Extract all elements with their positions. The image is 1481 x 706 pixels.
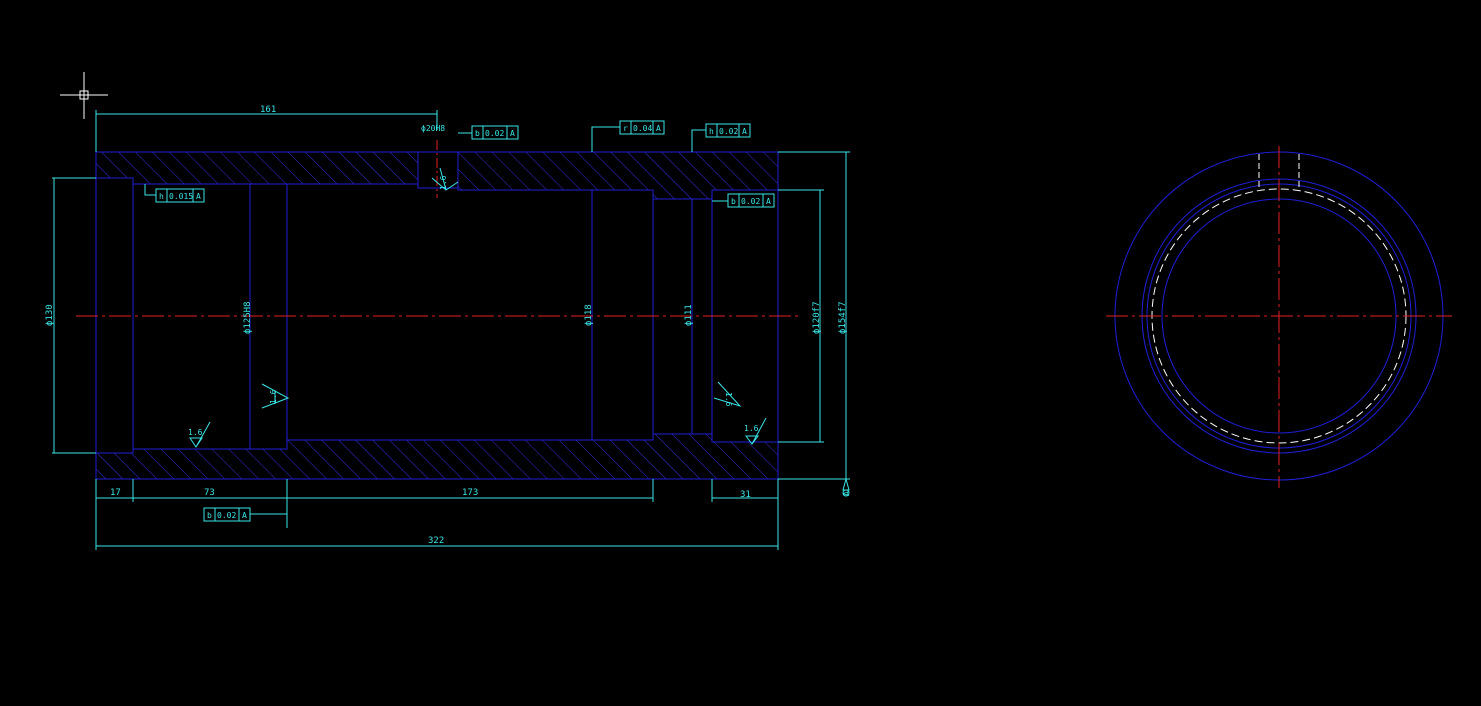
dim-173: 173 <box>462 488 478 498</box>
svg-text:A: A <box>510 129 515 138</box>
svg-text:A: A <box>242 511 247 520</box>
svg-text:r: r <box>623 124 628 133</box>
dim-31: 31 <box>740 490 751 500</box>
crosshair-cursor-icon <box>60 72 108 119</box>
finish-step: 1.6 <box>724 392 733 407</box>
dim-73: 73 <box>204 488 215 498</box>
svg-text:0.02: 0.02 <box>217 511 236 520</box>
finish-bore-left: 1.6 <box>188 428 203 437</box>
finish-hole: 1.6 <box>439 175 448 190</box>
dim-17: 17 <box>110 488 121 498</box>
finish-bore-mid: 1.6 <box>269 389 278 404</box>
svg-text:A: A <box>196 192 201 201</box>
cad-drawing-canvas: 161 ϕ20H8 ϕ130 ϕ125H8 ϕ118 ϕ111 ϕ120f7 ϕ… <box>45 72 1452 550</box>
finish-right-bore: 1.6 <box>744 424 759 433</box>
dim-118: ϕ118 <box>584 304 594 326</box>
svg-text:A: A <box>766 197 771 206</box>
dim-161: 161 <box>260 105 276 115</box>
dim-111: ϕ111 <box>684 304 694 326</box>
end-view <box>1106 146 1452 488</box>
dim-120: ϕ120f7 <box>812 301 822 334</box>
hatched-wall-bottom <box>95 433 779 480</box>
svg-text:b: b <box>475 129 480 138</box>
surface-finish-symbols <box>189 167 767 448</box>
svg-text:A: A <box>742 127 747 136</box>
svg-text:0.02: 0.02 <box>719 127 738 136</box>
dim-154: ϕ154f7 <box>838 301 848 334</box>
svg-text:b: b <box>207 511 212 520</box>
dim-322: 322 <box>428 536 444 546</box>
svg-text:0.015: 0.015 <box>169 192 193 201</box>
datum-a-label: A <box>842 491 851 496</box>
svg-text:0.04: 0.04 <box>633 124 652 133</box>
svg-text:0.02: 0.02 <box>741 197 760 206</box>
svg-text:0.02: 0.02 <box>485 129 504 138</box>
dim-130: ϕ130 <box>45 304 55 326</box>
dim-125: ϕ125H8 <box>243 301 253 334</box>
svg-text:h: h <box>709 127 714 136</box>
dim-hole-dia: ϕ20H8 <box>421 124 445 133</box>
svg-text:A: A <box>656 124 661 133</box>
svg-text:b: b <box>731 197 736 206</box>
svg-text:h: h <box>159 192 164 201</box>
section-view: 161 ϕ20H8 ϕ130 ϕ125H8 ϕ118 ϕ111 ϕ120f7 ϕ… <box>45 105 851 550</box>
